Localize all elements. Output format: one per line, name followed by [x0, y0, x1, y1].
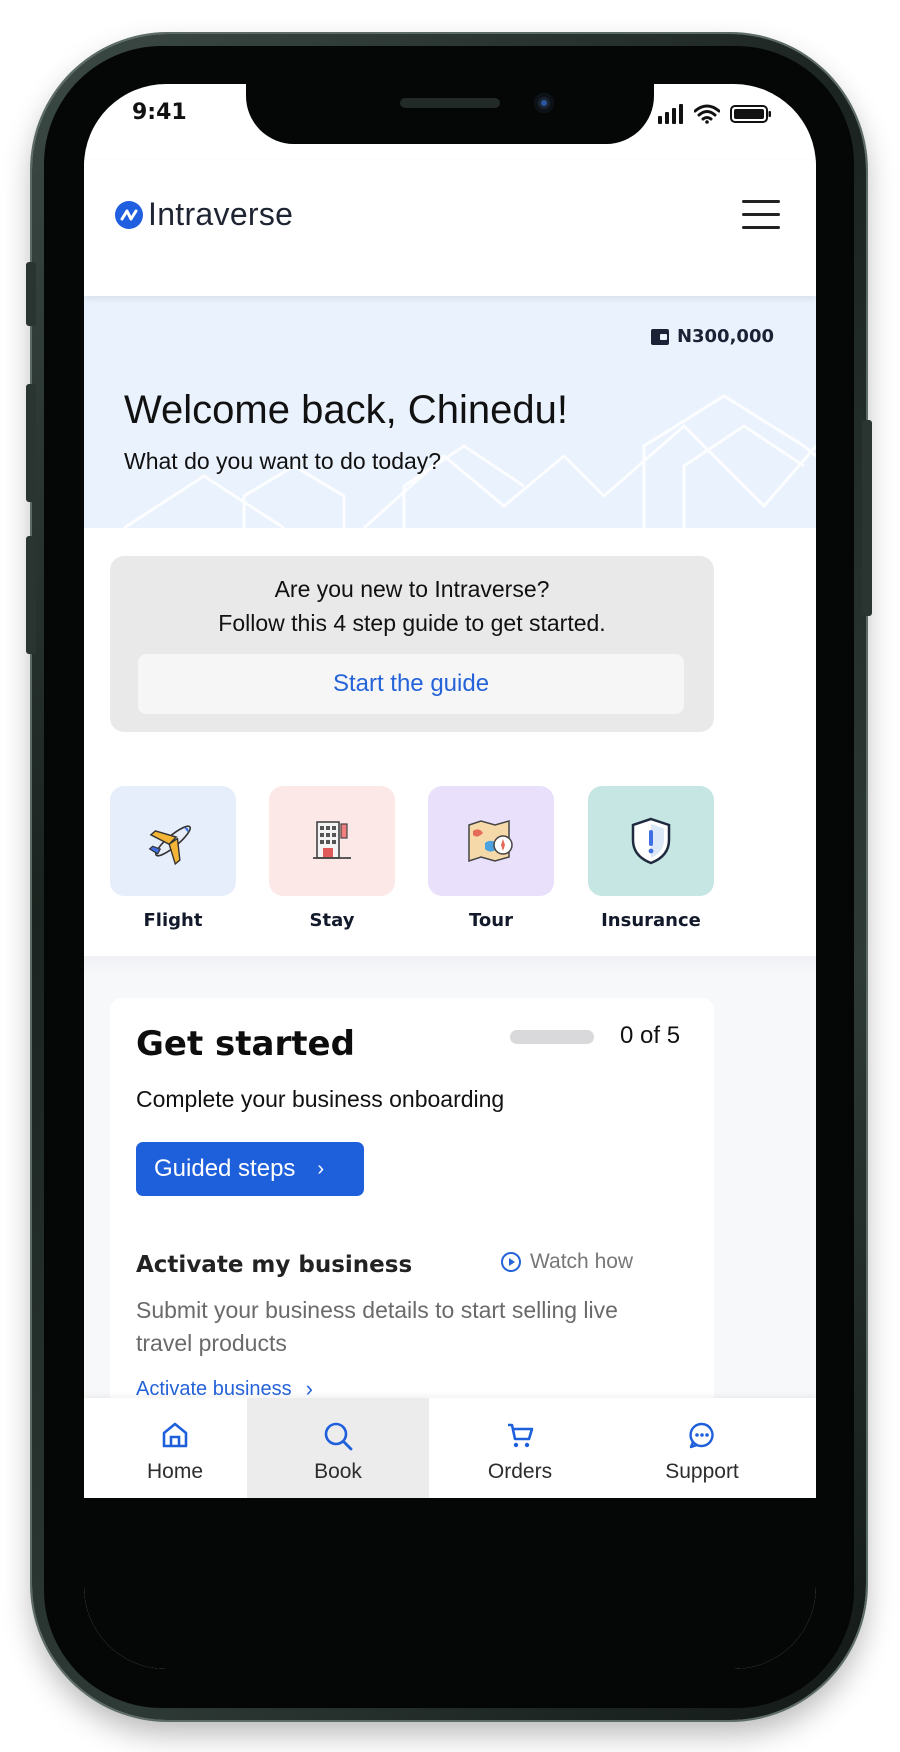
nav-book[interactable]: Book [247, 1398, 429, 1498]
progress-count: 0 of 5 [620, 1022, 681, 1049]
service-tile[interactable] [110, 786, 236, 896]
nav-orders[interactable]: Orders [429, 1398, 611, 1498]
nav-label: Book [314, 1460, 362, 1483]
start-guide-button[interactable]: Start the guide [138, 654, 684, 714]
status-time: 9:41 [132, 100, 187, 125]
service-tile[interactable] [269, 786, 395, 896]
guide-instruction: Follow this 4 step guide to get started. [218, 610, 606, 636]
power-button [862, 420, 872, 616]
service-label: Tour [469, 910, 513, 931]
airplane-icon [148, 825, 192, 866]
service-stay[interactable]: Stay [269, 786, 395, 931]
service-label: Flight [143, 910, 203, 931]
nav-home[interactable]: Home [84, 1398, 266, 1498]
chevron-right-icon: › [317, 1157, 325, 1180]
section-separator [84, 956, 816, 976]
nav-label: Orders [487, 1460, 553, 1483]
map-compass-icon [468, 820, 513, 863]
service-insurance[interactable]: Insurance [588, 786, 714, 931]
brand-name: Intraverse [148, 196, 294, 232]
status-icons [658, 104, 772, 124]
hotel-building-icon [313, 821, 351, 859]
hamburger-menu-icon[interactable] [742, 200, 780, 230]
app-header: Intraverse [84, 160, 816, 296]
volume-down-button [26, 536, 36, 654]
notch [246, 84, 654, 144]
home-icon [162, 1422, 188, 1448]
guide-question: Are you new to Intraverse? [274, 576, 550, 602]
welcome-title: Welcome back, Chinedu! [124, 388, 568, 432]
battery-icon [730, 105, 771, 123]
nav-label: Support [665, 1460, 739, 1483]
shield-alert-icon [631, 817, 671, 865]
wallet-balance[interactable]: N300,000 [650, 326, 774, 347]
activate-business-description: Submit your business details to start se… [136, 1297, 618, 1356]
chat-bubble-icon [689, 1422, 714, 1449]
watch-how-link[interactable]: Watch how [500, 1250, 633, 1274]
service-flight[interactable]: Flight [110, 786, 236, 931]
service-tile[interactable] [428, 786, 554, 896]
service-label: Insurance [601, 910, 701, 931]
onboarding-guide-card: Are you new to Intraverse? Follow this 4… [110, 556, 714, 732]
signal-icon [658, 104, 683, 124]
brand-logo[interactable]: Intraverse [114, 196, 293, 233]
welcome-subtitle: What do you want to do today? [124, 448, 442, 474]
onboarding-progress-bar [510, 1030, 594, 1044]
nav-support[interactable]: Support [611, 1398, 793, 1498]
guided-steps-button[interactable]: Guided steps › [136, 1142, 364, 1196]
service-tile[interactable] [588, 786, 714, 896]
play-circle-icon [501, 1252, 521, 1272]
cart-icon [508, 1423, 534, 1448]
speaker-grille [400, 98, 500, 108]
nav-label: Home [146, 1460, 204, 1483]
get-started-subtitle: Complete your business onboarding [136, 1086, 505, 1112]
get-started-title: Get started [136, 1024, 355, 1064]
welcome-banner: N300,000 Welcome back, Chinedu! What do … [84, 296, 816, 528]
service-tour[interactable]: Tour [428, 786, 554, 931]
wallet-icon [650, 328, 669, 345]
service-tiles: Flight Stay Tour Insurance [110, 786, 714, 936]
wifi-icon [694, 104, 720, 124]
activate-business-title: Activate my business [136, 1252, 413, 1278]
search-icon [324, 1422, 353, 1451]
phone-screen: 9:41 Intraverse N300,000 Welcome back, C… [84, 84, 816, 1669]
wallet-amount: N300,000 [676, 326, 774, 347]
volume-up-button [26, 384, 36, 502]
intraverse-logo-icon [115, 200, 143, 229]
watch-how-label: Watch how [530, 1250, 634, 1273]
service-label: Stay [309, 910, 355, 931]
screen-bezel-bottom [84, 1498, 816, 1669]
front-camera [534, 93, 554, 113]
mute-switch [26, 262, 36, 326]
guided-steps-label: Guided steps [154, 1155, 296, 1182]
bottom-navigation: Home Book Orders Support [84, 1398, 816, 1498]
